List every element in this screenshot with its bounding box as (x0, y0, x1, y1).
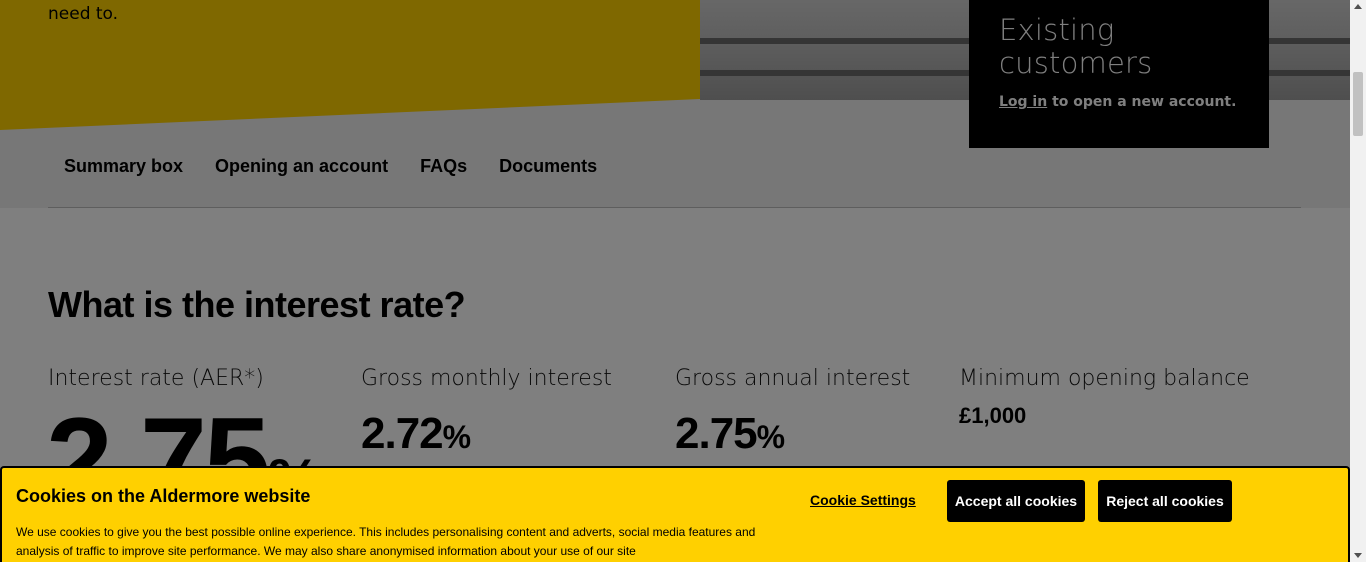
reject-all-cookies-button[interactable]: Reject all cookies (1098, 480, 1232, 522)
cookie-banner-text: We use cookies to give you the best poss… (16, 525, 756, 558)
scroll-thumb[interactable] (1353, 72, 1363, 136)
cookie-banner: Cookies on the Aldermore website We use … (0, 466, 1350, 562)
page-scrollbar[interactable] (1350, 0, 1366, 562)
scroll-down-arrow-icon[interactable] (1354, 553, 1362, 558)
cookie-banner-title: Cookies on the Aldermore website (16, 486, 311, 506)
scroll-up-arrow-icon[interactable] (1354, 4, 1362, 9)
cookie-settings-link[interactable]: Cookie Settings (810, 492, 916, 508)
accept-all-cookies-button[interactable]: Accept all cookies (947, 480, 1085, 522)
